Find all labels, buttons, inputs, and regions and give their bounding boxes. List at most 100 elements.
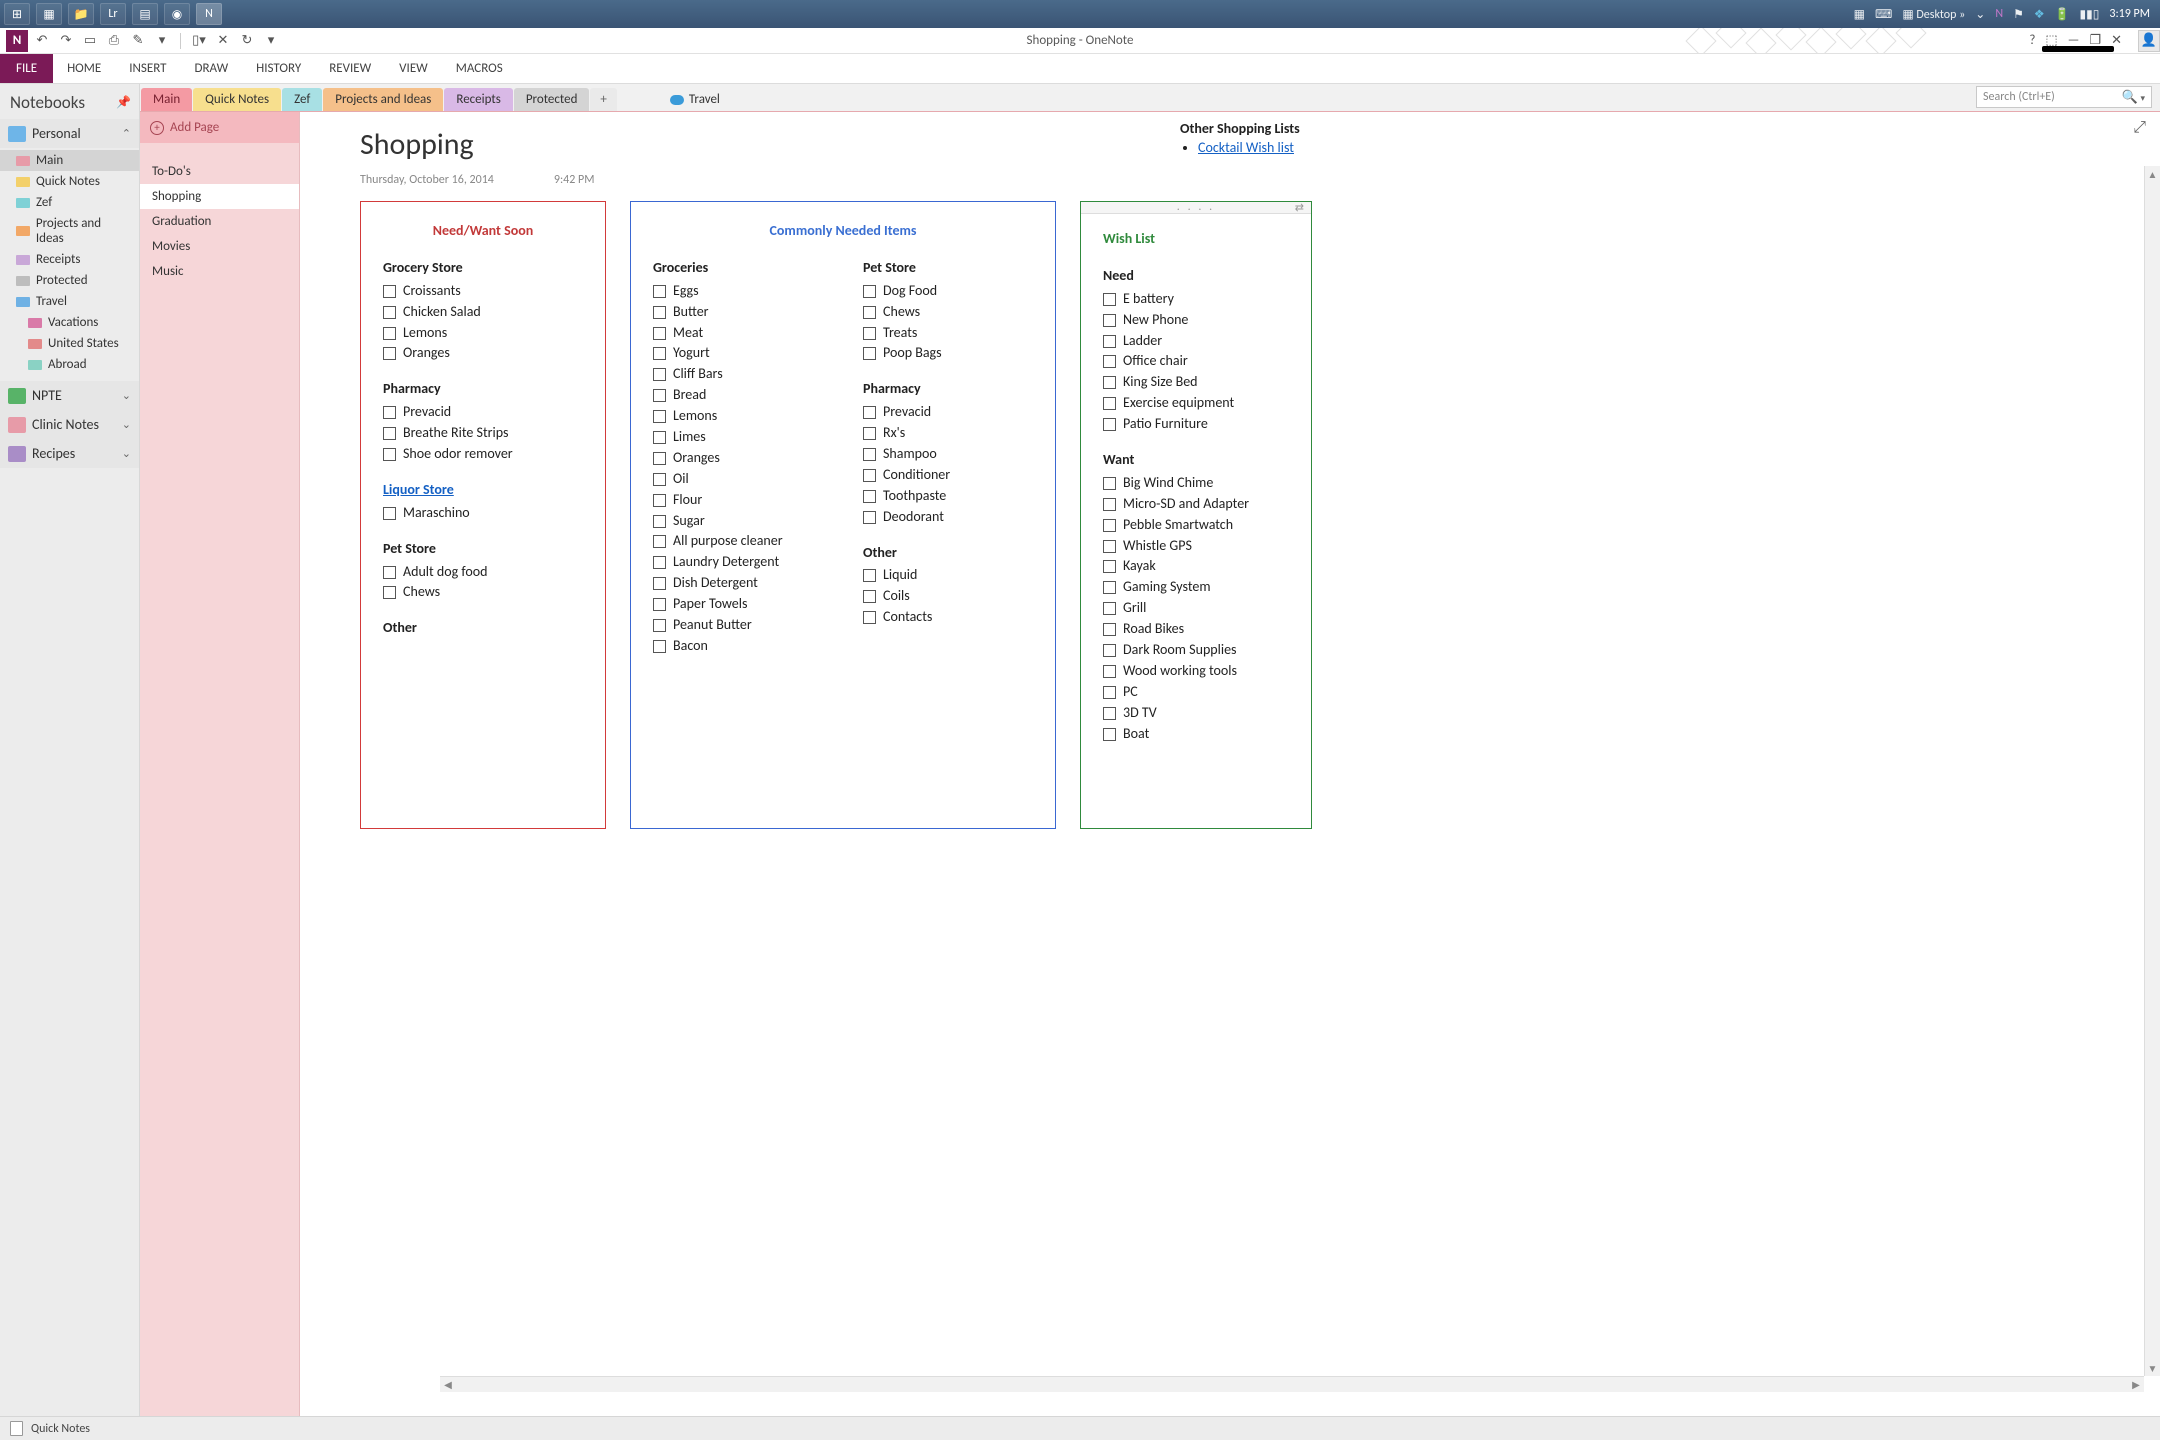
todo-item[interactable]: New Phone	[1103, 310, 1289, 331]
checkbox-icon[interactable]	[653, 640, 666, 653]
todo-item[interactable]: Lemons	[653, 406, 823, 427]
todo-item[interactable]: Contacts	[863, 607, 1033, 628]
need-want-soon-box[interactable]: Need/Want Soon Grocery StoreCroissantsCh…	[360, 201, 606, 829]
checkbox-icon[interactable]	[653, 598, 666, 611]
notebook-clinic-notes[interactable]: Clinic Notes⌄	[0, 410, 139, 439]
page-item-movies[interactable]: Movies	[140, 234, 299, 259]
todo-item[interactable]: Shoe odor remover	[383, 444, 583, 465]
checkbox-icon[interactable]	[863, 347, 876, 360]
qat-customize[interactable]: ▾	[261, 31, 281, 51]
qat-delete-icon[interactable]: ✕	[213, 31, 233, 51]
todo-item[interactable]: Meat	[653, 323, 823, 344]
todo-item[interactable]: E battery	[1103, 289, 1289, 310]
notebook-section-projects-and-ideas[interactable]: Projects and Ideas	[0, 213, 139, 249]
checkbox-icon[interactable]	[1103, 418, 1116, 431]
checkbox-icon[interactable]	[1103, 686, 1116, 699]
taskbar-app-explorer[interactable]: 📁	[68, 3, 94, 25]
page-item-shopping[interactable]: Shopping	[140, 184, 299, 209]
ribbon-tab-home[interactable]: HOME	[53, 54, 115, 83]
todo-item[interactable]: King Size Bed	[1103, 372, 1289, 393]
checkbox-icon[interactable]	[1103, 581, 1116, 594]
checkbox-icon[interactable]	[1103, 335, 1116, 348]
tray-chevron-icon[interactable]: ⌄	[1975, 7, 1985, 22]
todo-item[interactable]: Rx's	[863, 423, 1033, 444]
checkbox-icon[interactable]	[383, 406, 396, 419]
checkbox-icon[interactable]	[383, 306, 396, 319]
checkbox-icon[interactable]	[653, 410, 666, 423]
container-drag-handle[interactable]: · · · ·	[1081, 202, 1311, 214]
todo-item[interactable]: Whistle GPS	[1103, 536, 1289, 557]
section-tab-zef[interactable]: Zef	[282, 88, 322, 111]
checkbox-icon[interactable]	[653, 577, 666, 590]
todo-item[interactable]: Prevacid	[863, 402, 1033, 423]
tray-signal-icon[interactable]: ▮▮▯	[2080, 7, 2100, 22]
ribbon-tab-insert[interactable]: INSERT	[115, 54, 180, 83]
todo-item[interactable]: Chicken Salad	[383, 302, 583, 323]
section-group-travel[interactable]: Travel	[658, 88, 732, 111]
page-item-graduation[interactable]: Graduation	[140, 209, 299, 234]
checkbox-icon[interactable]	[383, 448, 396, 461]
todo-item[interactable]: Dark Room Supplies	[1103, 640, 1289, 661]
todo-item[interactable]: Kayak	[1103, 556, 1289, 577]
todo-item[interactable]: Dish Detergent	[653, 573, 823, 594]
checkbox-icon[interactable]	[383, 347, 396, 360]
checkbox-icon[interactable]	[1103, 293, 1116, 306]
checkbox-icon[interactable]	[863, 406, 876, 419]
checkbox-icon[interactable]	[863, 511, 876, 524]
checkbox-icon[interactable]	[383, 566, 396, 579]
checkbox-icon[interactable]	[863, 285, 876, 298]
page-canvas[interactable]: ⤢ Other Shopping Lists Cocktail Wish lis…	[300, 112, 2160, 1416]
checkbox-icon[interactable]	[653, 431, 666, 444]
todo-item[interactable]: Exercise equipment	[1103, 393, 1289, 414]
todo-item[interactable]: Pebble Smartwatch	[1103, 515, 1289, 536]
checkbox-icon[interactable]	[863, 611, 876, 624]
scroll-up-icon[interactable]: ▲	[2145, 166, 2160, 182]
checkbox-icon[interactable]	[863, 448, 876, 461]
todo-item[interactable]: PC	[1103, 682, 1289, 703]
help-icon[interactable]: ?	[2029, 33, 2035, 48]
tray-battery-icon[interactable]: 🔋	[2055, 7, 2070, 22]
checkbox-icon[interactable]	[653, 473, 666, 486]
todo-item[interactable]: Laundry Detergent	[653, 552, 823, 573]
todo-item[interactable]: Patio Furniture	[1103, 414, 1289, 435]
notebook-section-travel[interactable]: Travel	[0, 291, 139, 312]
notebook-section-abroad[interactable]: Abroad	[0, 354, 139, 375]
checkbox-icon[interactable]	[863, 590, 876, 603]
checkbox-icon[interactable]	[383, 285, 396, 298]
todo-item[interactable]: Deodorant	[863, 507, 1033, 528]
scroll-right-icon[interactable]: ▶	[2128, 1377, 2144, 1393]
todo-item[interactable]: Shampoo	[863, 444, 1033, 465]
todo-item[interactable]: Ladder	[1103, 331, 1289, 352]
todo-item[interactable]: Boat	[1103, 724, 1289, 745]
todo-item[interactable]: Wood working tools	[1103, 661, 1289, 682]
todo-item[interactable]: Chews	[383, 582, 583, 603]
checkbox-icon[interactable]	[653, 347, 666, 360]
checkbox-icon[interactable]	[1103, 397, 1116, 410]
checkbox-icon[interactable]	[653, 285, 666, 298]
checkbox-icon[interactable]	[863, 569, 876, 582]
todo-item[interactable]: Bread	[653, 385, 823, 406]
notebook-recipes[interactable]: Recipes⌄	[0, 439, 139, 468]
todo-item[interactable]: Liquid	[863, 565, 1033, 586]
qat-back-button[interactable]: ↶	[32, 31, 52, 51]
todo-item[interactable]: Maraschino	[383, 503, 583, 524]
checkbox-icon[interactable]	[383, 507, 396, 520]
quick-notes-icon[interactable]	[10, 1421, 23, 1436]
link-cocktail-wish-list[interactable]: Cocktail Wish list	[1198, 139, 1294, 156]
checkbox-icon[interactable]	[653, 368, 666, 381]
todo-item[interactable]: Chews	[863, 302, 1033, 323]
notebook-section-zef[interactable]: Zef	[0, 192, 139, 213]
checkbox-icon[interactable]	[383, 327, 396, 340]
checkbox-icon[interactable]	[863, 469, 876, 482]
section-tab-projects-and-ideas[interactable]: Projects and Ideas	[323, 88, 443, 111]
checkbox-icon[interactable]	[653, 556, 666, 569]
checkbox-icon[interactable]	[653, 306, 666, 319]
taskbar-app-notepad[interactable]: ▤	[132, 3, 158, 25]
scroll-left-icon[interactable]: ◀	[440, 1377, 456, 1393]
wish-list-box[interactable]: · · · · Wish List NeedE batteryNew Phone…	[1080, 201, 1312, 829]
checkbox-icon[interactable]	[1103, 728, 1116, 741]
checkbox-icon[interactable]	[1103, 540, 1116, 553]
todo-item[interactable]: Sugar	[653, 511, 823, 532]
todo-item[interactable]: Oranges	[383, 343, 583, 364]
taskbar-app-grid[interactable]: ▦	[36, 3, 62, 25]
